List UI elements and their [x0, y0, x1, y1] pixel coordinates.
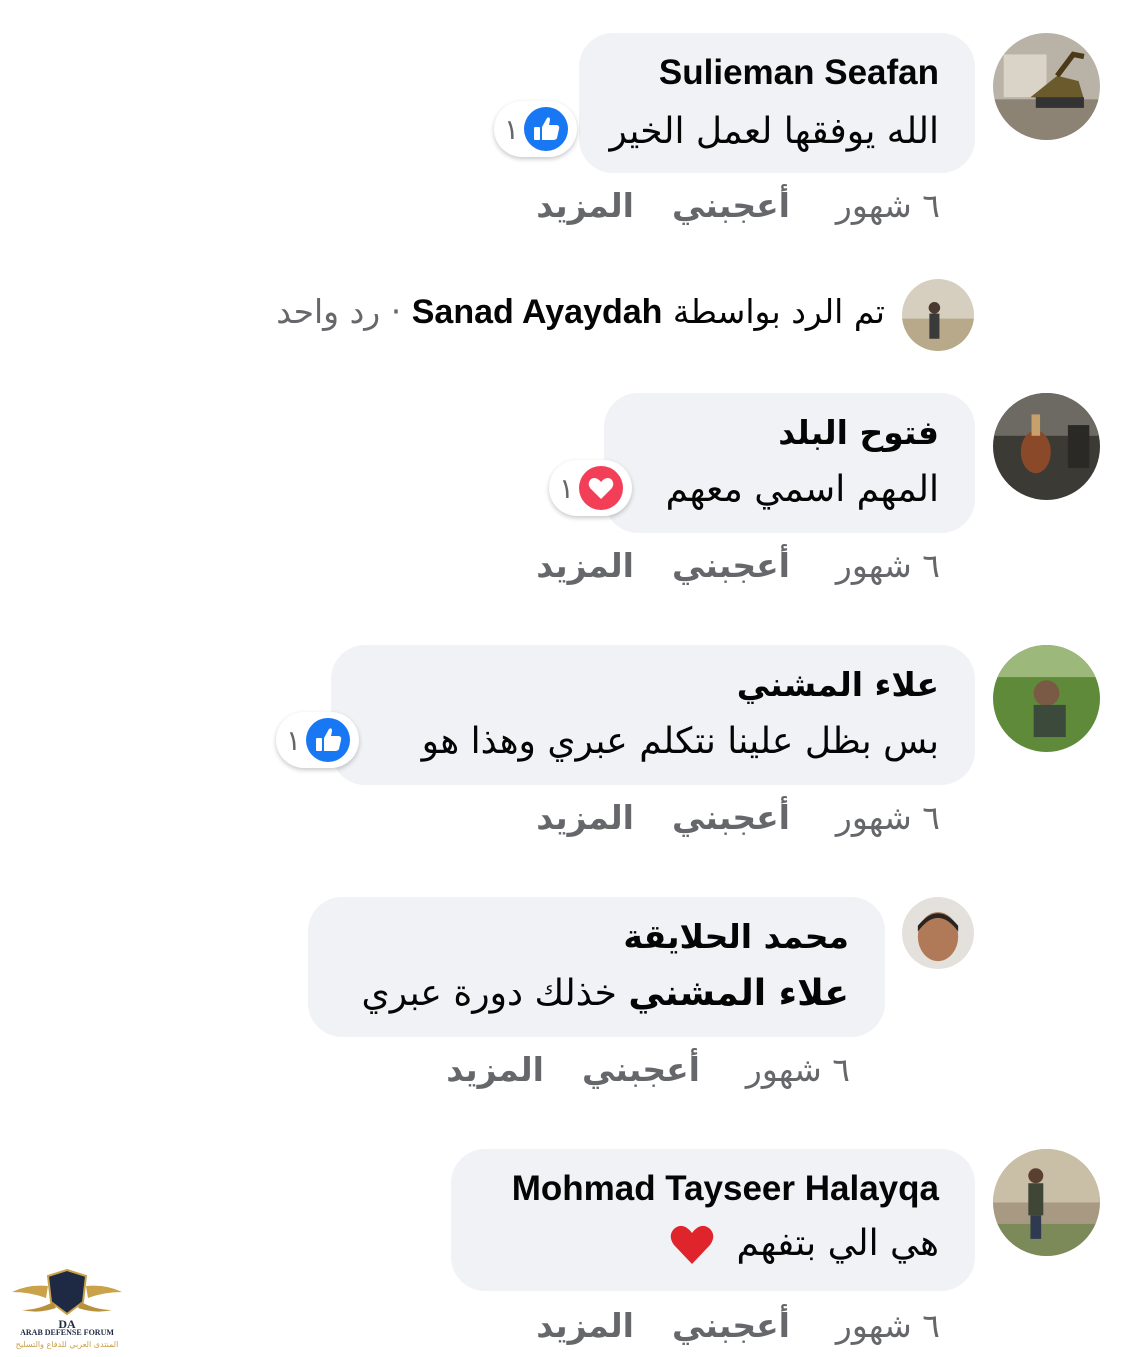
comment-time[interactable]: ٦ شهور	[836, 1306, 940, 1345]
reaction-count: ١	[559, 471, 575, 505]
avatar-mohmad-tayseer[interactable]	[993, 1149, 1100, 1256]
like-button[interactable]: أعجبني	[672, 186, 790, 225]
like-icon	[524, 107, 569, 151]
comment-body: هي الي بتفهم	[736, 1223, 940, 1264]
reaction-badge[interactable]: ١	[276, 712, 360, 768]
reaction-count: ١	[504, 112, 520, 146]
more-button[interactable]: المزيد	[536, 1306, 634, 1345]
comment-actions: ٦ شهور أعجبني المزيد	[536, 186, 940, 231]
watermark-title: ARAB DEFENSE FORUM	[20, 1328, 114, 1337]
more-button[interactable]: المزيد	[446, 1050, 544, 1089]
more-button[interactable]: المزيد	[536, 798, 634, 837]
comment-text: علاء المشني خذلك دورة عبري	[362, 973, 849, 1014]
like-button[interactable]: أعجبني	[672, 1306, 790, 1345]
like-button[interactable]: أعجبني	[672, 546, 790, 585]
comment-text: بس بظل علينا نتكلم عبري وهذا هو	[421, 721, 939, 762]
reaction-count: ١	[286, 723, 302, 757]
comment-text: الله يوفقها لعمل الخير	[609, 111, 939, 152]
comment-bubble: Sulieman Seafan الله يوفقها لعمل الخير	[579, 33, 975, 173]
love-icon	[579, 466, 624, 510]
comment-body: خذلك دورة عبري	[361, 973, 617, 1014]
comment-bubble: علاء المشني بس بظل علينا نتكلم عبري وهذا…	[331, 645, 975, 785]
comment-bubble: Mohmad Tayseer Halayqa هي الي بتفهم	[451, 1149, 975, 1291]
comment-author[interactable]: فتوح البلد	[778, 413, 939, 452]
eagle-shield-icon: DA	[12, 1268, 122, 1331]
more-button[interactable]: المزيد	[536, 186, 634, 225]
comment-actions: ٦ شهور أعجبني المزيد	[446, 1050, 850, 1095]
comment-time[interactable]: ٦ شهور	[836, 186, 940, 225]
comment-bubble: محمد الحلايقة علاء المشني خذلك دورة عبري	[308, 897, 885, 1037]
avatar-alaa[interactable]	[993, 645, 1100, 752]
watermark-logo: DA ARAB DEFENSE FORUM المنتدى العربي للد…	[8, 1262, 126, 1354]
comment-time[interactable]: ٦ شهور	[836, 798, 940, 837]
like-button[interactable]: أعجبني	[672, 798, 790, 837]
avatar-mohammad[interactable]	[902, 897, 974, 969]
comment-actions: ٦ شهور أعجبني المزيد	[536, 1306, 940, 1351]
reply-count: · رد واحد	[276, 292, 402, 331]
watermark-subtitle: المنتدى العربي للدفاع والتسليح	[15, 1340, 119, 1349]
standing-person-photo	[993, 1149, 1100, 1256]
avatar-sulieman[interactable]	[993, 33, 1100, 140]
comment-author[interactable]: محمد الحلايقة	[623, 917, 849, 956]
comment-bubble: فتوح البلد المهم اسمي معهم	[604, 393, 975, 533]
reply-prefix: تم الرد بواسطة	[672, 292, 885, 331]
grass-person-photo	[993, 645, 1100, 752]
like-icon	[306, 718, 351, 762]
view-replies-link[interactable]: تم الرد بواسطة Sanad Ayaydah · رد واحد	[276, 292, 885, 332]
reaction-badge[interactable]: ١	[549, 460, 633, 516]
reaction-badge[interactable]: ١	[494, 101, 578, 157]
comment-author[interactable]: علاء المشني	[737, 665, 939, 704]
reply-author: Sanad Ayaydah	[411, 293, 663, 331]
face-photo	[902, 897, 974, 969]
comment-actions: ٦ شهور أعجبني المزيد	[536, 546, 940, 591]
comment-author[interactable]: Sulieman Seafan	[659, 53, 939, 93]
comment-time[interactable]: ٦ شهور	[746, 1050, 850, 1089]
like-button[interactable]: أعجبني	[582, 1050, 700, 1089]
comment-text: هي الي بتفهم	[669, 1223, 939, 1266]
avatar-sanad[interactable]	[902, 279, 974, 351]
excavator-photo	[993, 33, 1100, 140]
hookah-photo	[993, 393, 1100, 500]
red-heart-emoji	[670, 1225, 714, 1264]
person-photo	[902, 279, 974, 351]
comment-time[interactable]: ٦ شهور	[836, 546, 940, 585]
comment-author[interactable]: Mohmad Tayseer Halayqa	[512, 1169, 939, 1209]
mention-link[interactable]: علاء المشني	[628, 973, 849, 1014]
avatar-fotouh[interactable]	[993, 393, 1100, 500]
comment-actions: ٦ شهور أعجبني المزيد	[536, 798, 940, 843]
comment-text: المهم اسمي معهم	[665, 469, 939, 510]
more-button[interactable]: المزيد	[536, 546, 634, 585]
